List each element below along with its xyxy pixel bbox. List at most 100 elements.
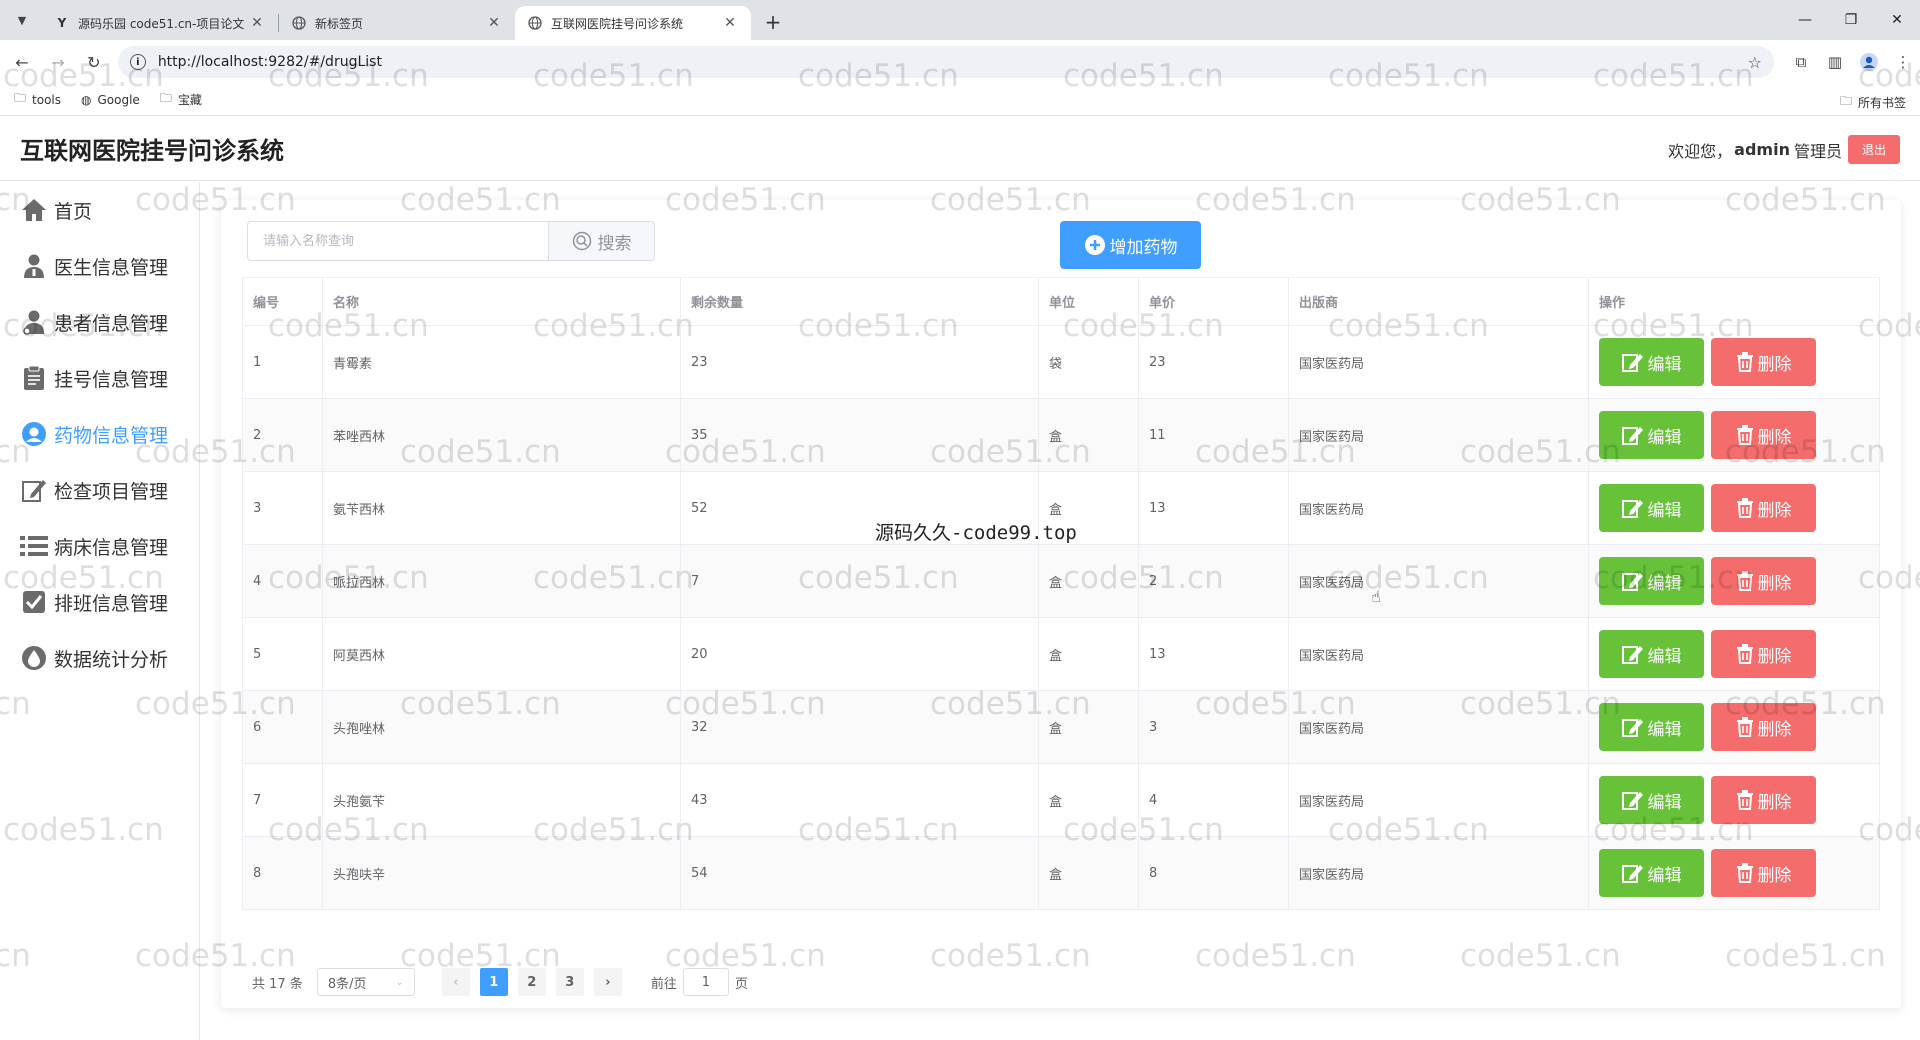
trash-icon [1736, 498, 1753, 518]
sidebar-item-statistics[interactable]: 数据统计分析 [0, 630, 199, 686]
edit-button[interactable]: 编辑 [1599, 338, 1704, 386]
page-size-select[interactable]: 8条/页 ⌄ [316, 968, 415, 996]
cell-price: 2 [1138, 544, 1289, 618]
delete-button[interactable]: 删除 [1711, 776, 1816, 824]
edit-button[interactable]: 编辑 [1599, 776, 1704, 824]
prev-page-button[interactable]: ‹ [441, 968, 470, 996]
edit-icon [1621, 500, 1643, 518]
close-tab-icon[interactable]: ✕ [721, 15, 739, 31]
restore-icon[interactable]: ❐ [1828, 0, 1874, 40]
edit-icon [20, 476, 48, 504]
trash-icon [1736, 644, 1753, 664]
edit-button[interactable]: 编辑 [1599, 484, 1704, 532]
more-menu-icon[interactable]: ⋮ [1886, 48, 1920, 76]
cell-unit: 盒 [1038, 544, 1139, 618]
add-drug-button[interactable]: 增加药物 [1060, 221, 1201, 269]
sidebar-item-home[interactable]: 首页 [0, 182, 199, 238]
extensions-icon[interactable]: ⧉ [1784, 48, 1818, 76]
next-page-button[interactable]: › [593, 968, 622, 996]
close-tab-icon[interactable]: ✕ [248, 15, 266, 31]
side-panel-icon[interactable]: ▥ [1818, 48, 1852, 76]
sidebar-item-registration[interactable]: 挂号信息管理 [0, 350, 199, 406]
edit-icon [1621, 646, 1643, 664]
delete-label: 删除 [1757, 573, 1792, 594]
bookmark-google[interactable]: ◍ Google [81, 93, 140, 107]
sidebar-item-patients[interactable]: 患者信息管理 [0, 294, 199, 350]
sidebar-item-exams[interactable]: 检查项目管理 [0, 462, 199, 518]
cell-remaining: 23 [680, 325, 1039, 399]
profile-icon[interactable] [1852, 48, 1886, 76]
edit-button[interactable]: 编辑 [1599, 557, 1704, 605]
cell-price: 13 [1138, 471, 1289, 545]
page-1-button[interactable]: 1 [479, 968, 508, 996]
all-bookmarks[interactable]: 🗀 所有书签 [1840, 92, 1906, 113]
delete-button[interactable]: 删除 [1711, 338, 1816, 386]
browser-tab-3-active[interactable]: 互联网医院挂号问诊系统 ✕ [515, 6, 751, 40]
col-price: 单价 [1138, 277, 1289, 326]
new-tab-button[interactable]: + [759, 8, 787, 36]
cell-name: 头孢唑林 [322, 690, 681, 764]
url-text[interactable]: http://localhost:9282/#/drugList [158, 54, 1748, 70]
delete-label: 删除 [1757, 354, 1792, 375]
delete-button[interactable]: 删除 [1711, 703, 1816, 751]
cell-actions: 编辑 删除 [1588, 836, 1880, 910]
delete-button[interactable]: 删除 [1711, 484, 1816, 532]
logout-button[interactable]: 退出 [1847, 135, 1900, 164]
search-input[interactable] [247, 221, 549, 261]
drug-list-card: 搜索 增加药物 编号 名称 剩余数量 单位 单价 [221, 200, 1901, 1008]
table-row: 1 青霉素 23 袋 23 国家医药局 编辑 删除 [242, 325, 1880, 399]
patient-icon [20, 308, 48, 336]
sidebar-item-schedule[interactable]: 排班信息管理 [0, 574, 199, 630]
delete-button[interactable]: 删除 [1711, 557, 1816, 605]
cell-actions: 编辑 删除 [1588, 471, 1880, 545]
cell-actions: 编辑 删除 [1588, 690, 1880, 764]
forward-button[interactable]: → [44, 48, 72, 76]
tab-search-button[interactable]: ▼ [8, 6, 36, 34]
menu-label: 首页 [54, 200, 93, 223]
browser-tab-1[interactable]: Y 源码乐园 code51.cn-项目论文 ✕ [42, 6, 278, 40]
delete-button[interactable]: 删除 [1711, 849, 1816, 897]
bookmark-treasure[interactable]: 🗀 宝藏 [160, 89, 202, 110]
cell-unit: 盒 [1038, 690, 1139, 764]
site-info-icon[interactable]: i [129, 54, 146, 70]
drug-table: 编号 名称 剩余数量 单位 单价 出版商 操作 1 青霉素 23 袋 23 国家医药局 编辑… [242, 277, 1880, 910]
close-window-icon[interactable]: ✕ [1874, 0, 1920, 40]
bookmark-tools[interactable]: 🗀 tools [14, 89, 61, 110]
reload-button[interactable]: ↻ [80, 48, 108, 76]
edit-button[interactable]: 编辑 [1599, 849, 1704, 897]
cell-publisher: 国家医药局 [1288, 617, 1589, 691]
cell-price: 4 [1138, 763, 1289, 837]
delete-label: 删除 [1757, 500, 1792, 521]
cell-price: 11 [1138, 398, 1289, 472]
minimize-icon[interactable]: — [1782, 0, 1828, 40]
table-row: 6 头孢唑林 32 盒 3 国家医药局 编辑 删除 [242, 690, 1880, 764]
sidebar-item-beds[interactable]: 病床信息管理 [0, 518, 199, 574]
col-remaining: 剩余数量 [680, 277, 1039, 326]
edit-icon [1621, 354, 1643, 372]
browser-tab-2[interactable]: 新标签页 ✕ [279, 6, 515, 40]
edit-button[interactable]: 编辑 [1599, 630, 1704, 678]
cell-id: 8 [242, 836, 323, 910]
sidebar-item-doctors[interactable]: 医生信息管理 [0, 238, 199, 294]
page-2-button[interactable]: 2 [517, 968, 546, 996]
delete-button[interactable]: 删除 [1711, 630, 1816, 678]
edit-button[interactable]: 编辑 [1599, 703, 1704, 751]
page-3-button[interactable]: 3 [555, 968, 584, 996]
edit-button[interactable]: 编辑 [1599, 411, 1704, 459]
bookmark-star-icon[interactable]: ☆ [1748, 53, 1762, 72]
back-button[interactable]: ← [8, 48, 36, 76]
sidebar-item-drugs[interactable]: 药物信息管理 [0, 406, 199, 462]
search-button[interactable]: 搜索 [549, 221, 655, 261]
col-actions: 操作 [1588, 277, 1880, 326]
edit-label: 编辑 [1647, 573, 1682, 594]
cell-id: 7 [242, 763, 323, 837]
omnibox[interactable]: i http://localhost:9282/#/drugList ☆ [117, 46, 1775, 78]
cell-name: 阿莫西林 [322, 617, 681, 691]
close-tab-icon[interactable]: ✕ [485, 15, 503, 31]
browser-toolbar-right: ⧉ ▥ ⋮ [1784, 48, 1920, 76]
goto-page-input[interactable]: 1 [682, 968, 729, 996]
edit-icon [1621, 427, 1643, 445]
cell-name: 哌拉西林 [322, 544, 681, 618]
cell-unit: 盒 [1038, 398, 1139, 472]
delete-button[interactable]: 删除 [1711, 411, 1816, 459]
